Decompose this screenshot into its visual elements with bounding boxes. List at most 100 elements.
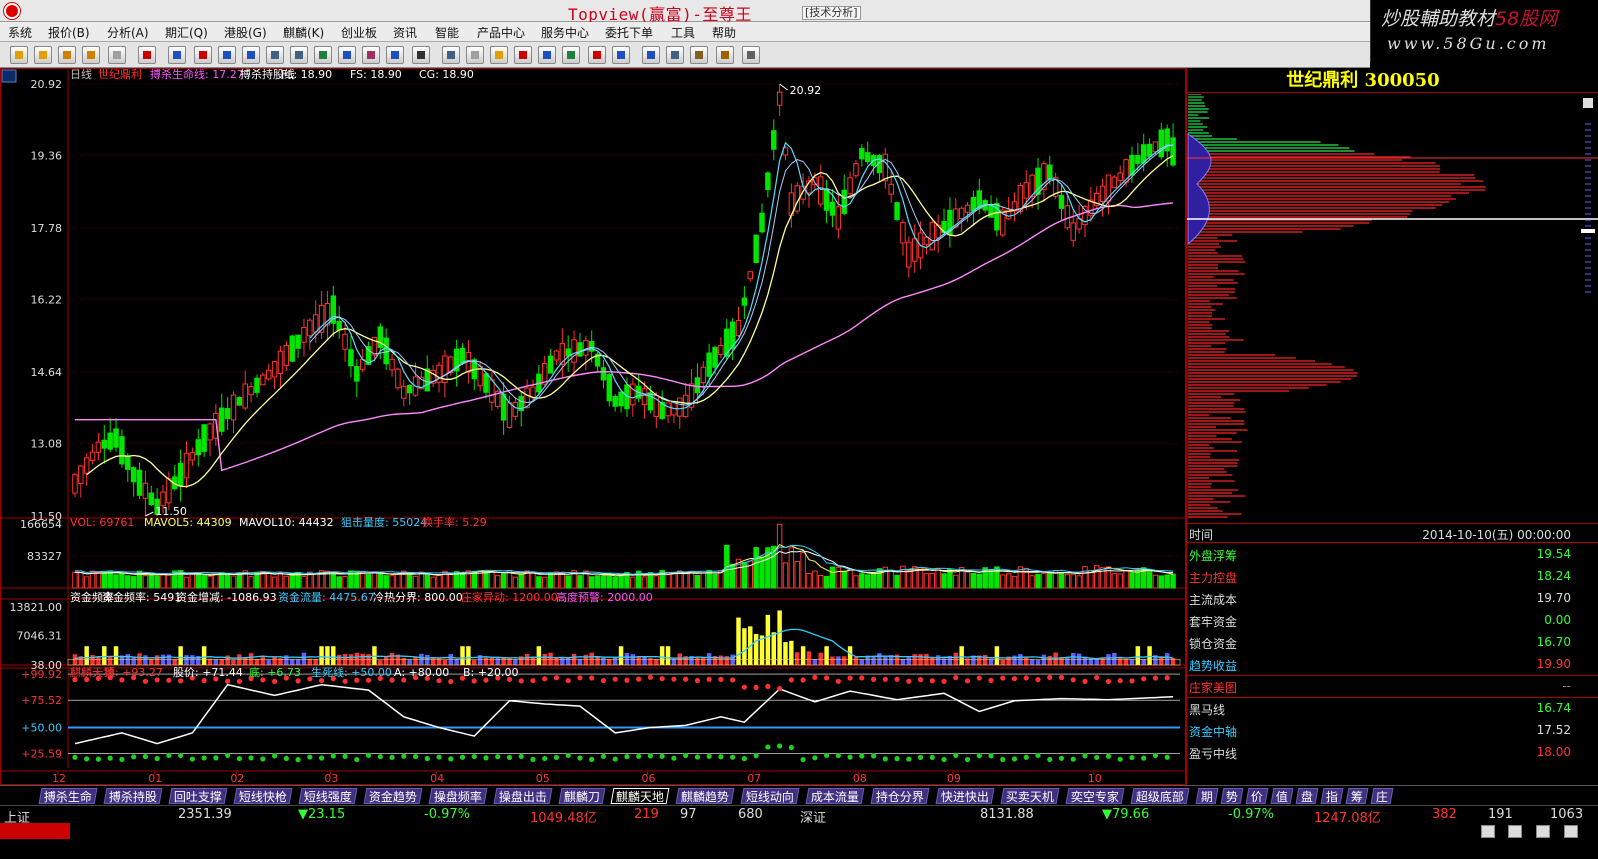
toolbar-tool-icon-20[interactable] (514, 46, 532, 64)
info-row-a-5: 趋势收益 19.90 (1187, 654, 1571, 675)
toolbar-tool-icon-12[interactable] (314, 46, 332, 64)
indicator-tab-1[interactable]: 搏杀持股 (103, 788, 163, 804)
indicator-text-4: CG: 18.90 (419, 68, 474, 81)
toolbar-tool-icon-3[interactable] (82, 46, 100, 64)
toolbar-tool-icon-18[interactable] (466, 46, 484, 64)
menu-item-12[interactable]: 工具 (671, 24, 695, 41)
indicator-tab-14[interactable]: 快进快出 (935, 788, 995, 804)
indicator-tab-23[interactable]: 指 (1320, 788, 1344, 804)
menu-item-8[interactable]: 智能 (435, 24, 459, 41)
toolbar-tool-icon-24[interactable] (612, 46, 630, 64)
toolbar-tool-icon-15[interactable] (386, 46, 404, 64)
toolbar-tool-icon-16[interactable] (412, 46, 430, 64)
kline-chart-area[interactable]: 20.92 19.36 17.78 16.22 14.64 13.08 11.50 20.92… (0, 67, 1186, 785)
indicator-tab-25[interactable]: 庄 (1370, 788, 1394, 804)
qilin-top-dot (706, 676, 712, 682)
indicator-tab-22[interactable]: 盘 (1295, 788, 1319, 804)
toolbar-tool-icon-14[interactable] (362, 46, 380, 64)
menu-item-11[interactable]: 委托下单 (605, 24, 653, 41)
chart-canvas[interactable]: 20.9219.3617.7816.2214.6413.0811.5020.92… (0, 67, 1186, 785)
candle-body (547, 355, 554, 374)
menu-item-1[interactable]: 报价(B) (48, 24, 90, 41)
volume-bar (565, 575, 571, 589)
fund-bar (207, 658, 213, 665)
indicator-tab-16[interactable]: 奕空专家 (1065, 788, 1125, 804)
indicator-tab-20[interactable]: 价 (1245, 788, 1269, 804)
indicator-tab-5[interactable]: 资金趋势 (363, 788, 423, 804)
indicator-tab-3[interactable]: 短线快枪 (233, 788, 293, 804)
indicator-tab-19[interactable]: 势 (1220, 788, 1244, 804)
qilin-tick-2: +50.00 (21, 722, 62, 735)
toolbar-tool-icon-6[interactable] (168, 46, 186, 64)
toolbar-tool-icon-9[interactable] (242, 46, 260, 64)
menu-item-6[interactable]: 创业板 (341, 24, 377, 41)
calendar-icon[interactable] (1536, 825, 1551, 838)
toolbar-tool-icon-0[interactable] (10, 46, 28, 64)
toolbar-tool-icon-7[interactable] (194, 46, 212, 64)
toolbar-tool-icon-25[interactable] (642, 46, 660, 64)
indicator-tab-10[interactable]: 麒麟趋势 (675, 788, 735, 804)
x-label-0: 12 (52, 772, 66, 785)
indicator-tab-8[interactable]: 麒麟刀 (558, 788, 606, 804)
qilin-top-dot (1023, 675, 1029, 681)
menu-item-9[interactable]: 产品中心 (477, 24, 525, 41)
toolbar-tool-icon-26[interactable] (666, 46, 684, 64)
indicator-tab-12[interactable]: 成本流量 (805, 788, 865, 804)
menu-item-0[interactable]: 系统 (8, 24, 32, 41)
menu-item-2[interactable]: 分析(A) (107, 24, 149, 41)
menu-item-4[interactable]: 港股(G) (224, 24, 267, 41)
menu-item-13[interactable]: 帮助 (712, 24, 736, 41)
fund-bar (1053, 652, 1058, 665)
indicator-tab-11[interactable]: 短线动向 (740, 788, 800, 804)
chart-icon[interactable] (1564, 825, 1578, 838)
indicator-tab-17[interactable]: 超级底部 (1130, 788, 1190, 804)
menu-item-5[interactable]: 麒麟(K) (283, 24, 324, 41)
indicator-tab-9[interactable]: 麒麟天地 (610, 788, 670, 804)
qilin-top-dot (542, 676, 548, 682)
menu-item-7[interactable]: 资讯 (393, 24, 417, 41)
message-icon[interactable] (1508, 825, 1523, 838)
toolbar-tool-icon-19[interactable] (490, 46, 508, 64)
vol-indicator-0: VOL: 69761 (70, 516, 134, 529)
indicator-tab-13[interactable]: 持仓分界 (870, 788, 930, 804)
toolbar-tool-icon-4[interactable] (108, 46, 126, 64)
toolbar-tool-icon-29[interactable] (742, 46, 760, 64)
volume-bar (812, 570, 818, 589)
toolbar-tool-icon-28[interactable] (716, 46, 734, 64)
indicator-tab-15[interactable]: 买卖天机 (1000, 788, 1060, 804)
indicator-tab-0[interactable]: 搏杀生命 (38, 788, 98, 804)
indicator-tab-6[interactable]: 操盘频率 (428, 788, 488, 804)
volume-bar (859, 573, 865, 589)
indicator-tab-7[interactable]: 操盘出击 (493, 788, 553, 804)
menu-item-10[interactable]: 服务中心 (541, 24, 589, 41)
volume-bar (471, 570, 477, 589)
indicator-tab-24[interactable]: 筹 (1345, 788, 1369, 804)
toolbar-tool-icon-17[interactable] (442, 46, 460, 64)
candle-body (248, 386, 254, 396)
menu-item-3[interactable]: 期汇(Q) (165, 24, 208, 41)
volume-bar (148, 574, 155, 589)
toolbar-tool-icon-10[interactable] (266, 46, 284, 64)
indicator-tab-4[interactable]: 短线强度 (298, 788, 358, 804)
toolbar-tool-icon-11[interactable] (290, 46, 308, 64)
toolbar-tool-icon-2[interactable] (58, 46, 76, 64)
toolbar-tool-icon-5[interactable] (138, 46, 156, 64)
vol-indicator-4: 换手率: 5.29 (422, 515, 487, 529)
indicator-tab-21[interactable]: 值 (1270, 788, 1294, 804)
fund-bar (630, 654, 636, 665)
toolbar-tool-icon-22[interactable] (562, 46, 580, 64)
toolbar-tool-icon-21[interactable] (538, 46, 556, 64)
indicator-tab-18[interactable]: 期 (1195, 788, 1219, 804)
qilin-bottom-dot (248, 755, 254, 761)
volume-bar (330, 573, 337, 589)
toolbar-tool-icon-8[interactable] (218, 46, 236, 64)
toolbar-tool-icon-23[interactable] (588, 46, 606, 64)
toolbar-tool-icon-27[interactable] (690, 46, 708, 64)
volume-bar (342, 576, 348, 589)
toolbar-tool-icon-1[interactable] (34, 46, 52, 64)
sz-n3: 1063 (1550, 807, 1584, 822)
chat-icon[interactable] (1480, 825, 1495, 838)
indicator-tab-2[interactable]: 回吐支撑 (168, 788, 228, 804)
qilin-top-dot (859, 675, 865, 681)
toolbar-tool-icon-13[interactable] (338, 46, 356, 64)
